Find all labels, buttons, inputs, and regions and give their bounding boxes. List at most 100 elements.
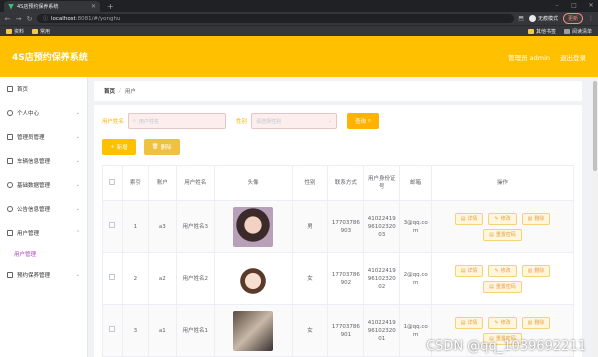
- name-search-input[interactable]: ⌕ 用户姓名: [128, 113, 227, 129]
- back-icon[interactable]: ←: [4, 15, 11, 23]
- sidebar-item-label: 公告信息管理: [17, 207, 51, 213]
- vue-favicon-icon: [8, 3, 14, 10]
- sidebar: 首页 个人中心 ⌄ 管理员管理 ⌄ 车辆信息管理 ⌄ 基础数据管理 ⌄ 公告信息管理 ⌄ …: [0, 77, 88, 357]
- column-header[interactable]: 性别: [291, 165, 329, 201]
- sidebar-item-vehicles[interactable]: 车辆信息管理 ⌄: [0, 149, 87, 173]
- select-all-cell[interactable]: [102, 165, 123, 201]
- page-scrollbar[interactable]: [592, 77, 598, 357]
- chevron-down-icon: ⌄: [75, 182, 80, 188]
- sidebar-item-home[interactable]: 首页: [0, 77, 87, 101]
- edit-icon: ✎: [494, 267, 499, 274]
- forward-icon[interactable]: →: [15, 15, 22, 23]
- delete-button[interactable]: ▥ 删除: [521, 212, 551, 225]
- search-form: 用户姓名 ⌕ 用户姓名 性别 请选择性别 ⌄ 查询 ⌕: [102, 113, 574, 129]
- app-title: 4S店预约保养系统: [12, 53, 88, 63]
- maximize-window-icon[interactable]: □: [567, 0, 581, 12]
- url-field[interactable]: ⓘ localhost:8081/#/yonghu: [37, 14, 515, 23]
- delete-button[interactable]: ▥ 删除: [521, 316, 551, 329]
- sidebar-item-appointments[interactable]: 预约保养管理 ⌄: [0, 263, 87, 287]
- edit-icon: ✎: [494, 215, 499, 222]
- folder-icon: [32, 28, 39, 34]
- delete-button[interactable]: ▥ 删除: [521, 264, 551, 277]
- add-button[interactable]: + 新增: [102, 139, 136, 155]
- sidebar-item-label: 预约保养管理: [17, 273, 51, 279]
- close-tab-icon[interactable]: ✕: [91, 3, 96, 10]
- row-checkbox[interactable]: [109, 326, 116, 332]
- site-info-icon[interactable]: ⓘ: [43, 15, 48, 22]
- row-checkbox[interactable]: [109, 222, 116, 228]
- edit-button[interactable]: ✎ 修改: [488, 264, 517, 277]
- new-tab-button[interactable]: +: [103, 1, 118, 12]
- home-icon: [7, 86, 13, 92]
- reset-label: 重置密码: [495, 231, 516, 238]
- trash-icon: ▥: [527, 319, 533, 326]
- sidebar-item-base-data[interactable]: 基础数据管理 ⌄: [0, 173, 87, 197]
- cell-idcard: 410224199610232002: [363, 252, 401, 305]
- bookmark-folder[interactable]: 资料: [6, 28, 24, 35]
- sidebar-item-users[interactable]: 用户管理 ⌃: [0, 221, 87, 245]
- bookmark-folder[interactable]: 其他书签: [527, 28, 556, 35]
- edit-button[interactable]: ✎ 修改: [488, 316, 517, 329]
- query-button[interactable]: 查询 ⌕: [347, 113, 380, 129]
- incognito-label: 无痕模式: [537, 16, 558, 22]
- cell-gender: 女: [291, 252, 329, 305]
- column-header[interactable]: 头像: [213, 165, 293, 201]
- gender-label: 性别: [236, 119, 248, 125]
- tab-title: 4S店预约保养系统: [17, 4, 59, 10]
- table-row: 2 a2 用户姓名2 女 17703786902 410224199610232…: [102, 252, 574, 305]
- cell-name: 用户姓名1: [175, 304, 215, 357]
- column-header[interactable]: 账户: [147, 165, 177, 201]
- reset-password-button[interactable]: ▤ 重置密码: [483, 228, 522, 241]
- user-icon: [7, 110, 13, 116]
- reload-icon[interactable]: ↻: [26, 15, 33, 23]
- folder-icon: [527, 28, 534, 34]
- app-header: 4S店预约保养系统 管理员 admin 退出登录: [0, 36, 598, 77]
- cell-phone: 17703786903: [327, 200, 365, 253]
- chevron-down-icon: ⌄: [75, 158, 80, 164]
- edit-label: 修改: [500, 319, 511, 326]
- folder-icon: [6, 28, 12, 34]
- reset-password-button[interactable]: ▤ 重置密码: [483, 280, 522, 293]
- cell-idcard: 410224199610232003: [363, 200, 401, 253]
- edit-button[interactable]: ✎ 修改: [488, 212, 517, 225]
- sidebar-item-profile[interactable]: 个人中心 ⌄: [0, 101, 87, 125]
- detail-button[interactable]: ▤ 详情: [454, 316, 484, 329]
- bookmarks-bar: 资料 常用 其他书签 阅读清单: [0, 25, 598, 36]
- submenu-item-user-management[interactable]: 用户管理: [0, 245, 87, 263]
- scrollbar-thumb[interactable]: [593, 81, 597, 171]
- select-all-checkbox[interactable]: [109, 178, 116, 185]
- sidebar-item-admin[interactable]: 管理员管理 ⌄: [0, 125, 87, 149]
- incognito-indicator[interactable]: 无痕模式: [528, 15, 558, 22]
- column-header[interactable]: 联系方式: [327, 165, 365, 201]
- column-header[interactable]: 用户姓名: [175, 165, 215, 201]
- browser-tab[interactable]: 4S店预约保养系统 ✕: [4, 1, 100, 12]
- column-header[interactable]: 邮箱: [399, 165, 433, 201]
- batch-delete-button[interactable]: 🗑 删除: [143, 139, 180, 155]
- reading-list[interactable]: 阅读清单: [563, 28, 592, 35]
- gender-select[interactable]: 请选择性别 ⌄: [251, 113, 338, 129]
- document-icon: ▤: [489, 283, 494, 290]
- extension-icon[interactable]: ⬒: [518, 15, 524, 22]
- delete-label: 删除: [160, 145, 172, 151]
- column-header[interactable]: 索引: [121, 165, 149, 201]
- update-button[interactable]: 更新: [562, 13, 583, 24]
- menu-icon[interactable]: ⋮: [588, 15, 594, 22]
- table-row: 1 a3 用户姓名3 男 17703786903 410224199610232…: [102, 200, 574, 253]
- bookmark-folder[interactable]: 常用: [32, 28, 50, 35]
- sidebar-item-label: 基础数据管理: [17, 183, 51, 189]
- bookmark-label: 阅读清单: [571, 28, 592, 35]
- breadcrumb-current: 用户: [124, 89, 136, 95]
- watermark: CSDN @qq_1039692211: [426, 339, 586, 354]
- minimize-window-icon[interactable]: –: [550, 0, 564, 12]
- user-list-card: 用户姓名 ⌕ 用户姓名 性别 请选择性别 ⌄ 查询 ⌕ + 新增 🗑 删除 索引 账户 用…: [94, 105, 582, 357]
- detail-button[interactable]: ▤ 详情: [454, 212, 484, 225]
- row-checkbox[interactable]: [109, 274, 116, 280]
- close-window-icon[interactable]: ✕: [584, 0, 598, 12]
- breadcrumb-home[interactable]: 首页: [104, 87, 115, 95]
- cell-gender: 女: [291, 304, 329, 357]
- column-header[interactable]: 用户身份证号: [363, 165, 401, 201]
- logout-link[interactable]: 退出登录: [560, 52, 586, 62]
- detail-button[interactable]: ▤ 详情: [454, 264, 484, 277]
- breadcrumb-separator: /: [119, 88, 121, 94]
- sidebar-item-notices[interactable]: 公告信息管理 ⌄: [0, 197, 87, 221]
